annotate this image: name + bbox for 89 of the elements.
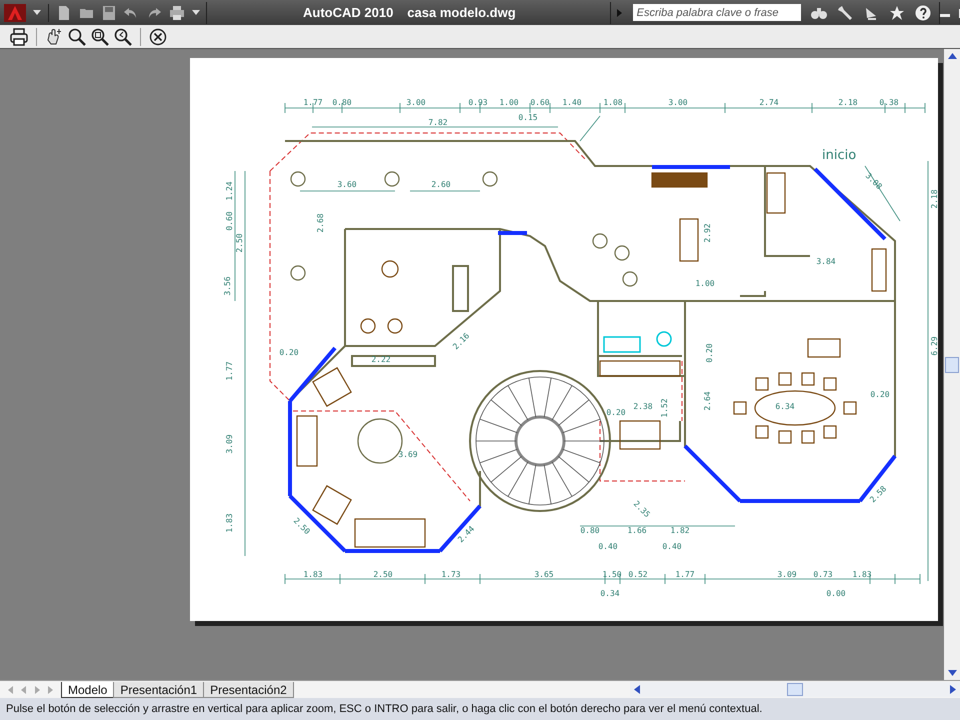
dimension-label: 1.00 [499,98,519,107]
dimension-label: 2.38 [633,402,653,411]
dimension-label: 3.60 [337,180,357,189]
redo-icon[interactable] [146,6,162,20]
dimension-label: 1.50 [602,570,622,579]
status-text: Pulse el botón de selección y arrastre en vertical para aplicar zoom, ESC o INTRO para salir, o haga clic con el botón derecho para ver el menú contextual. [6,703,762,715]
start-label: inicio [822,148,856,163]
dimension-label: 1.73 [441,570,461,579]
printer-icon[interactable] [169,4,185,20]
dimension-label: 1.66 [627,526,647,535]
dimension-label: 3.00 [406,98,426,107]
dimension-label: 0.20 [870,390,890,399]
dimension-label: 0.20 [705,343,714,363]
expand-arrow-icon[interactable] [616,8,623,16]
dimension-label: 1.52 [660,398,669,418]
dimension-label: 3.09 [777,570,797,579]
dimension-label: 0.40 [662,542,682,551]
dimension-label: 2.92 [703,223,712,243]
dimension-label: 0.00 [826,589,846,598]
horizontal-scrollbar[interactable] [630,682,960,697]
dimension-label: 0.80 [580,526,600,535]
dimension-label: 1.40 [562,98,582,107]
dimension-label: 3.00 [668,98,688,107]
undo-icon[interactable] [123,6,139,20]
save-icon[interactable] [102,4,116,20]
dimension-label: 0.93 [468,98,488,107]
zoom-icon[interactable] [68,28,86,46]
dimension-label: 6.34 [775,402,795,411]
dimension-label: 3.56 [223,276,232,296]
scroll-thumb[interactable] [945,356,959,372]
scroll-up-icon[interactable] [948,53,956,59]
dimension-label: 2.50 [235,233,244,253]
star-icon[interactable] [888,4,905,20]
dimension-label: 0.38 [879,98,899,107]
dimension-label: 1.83 [225,513,234,533]
dimension-label: 3.65 [534,570,554,579]
dimension-label: 0.60 [225,211,234,231]
dimension-label: 2.60 [431,180,451,189]
dimension-label: 2.18 [930,189,938,209]
binoculars-icon[interactable] [810,6,827,20]
dimension-label: 3.69 [398,450,418,459]
scroll-thumb[interactable] [787,683,803,696]
close-circle-icon[interactable] [149,28,167,46]
dimension-label: 1.77 [225,361,234,381]
dimension-label: 1.83 [852,570,872,579]
caret-icon[interactable] [192,10,200,16]
dimension-label: 1.83 [303,570,323,579]
layout-tab[interactable]: Presentación2 [203,682,294,698]
dimension-label: 0.73 [813,570,833,579]
dimension-label: 3.09 [225,434,234,454]
dimension-label: 1.00 [695,279,715,288]
dimension-label: 0.40 [598,542,618,551]
dimension-label: 2.74 [759,98,779,107]
zoom-window-icon[interactable] [91,28,109,46]
scroll-left-icon[interactable] [634,685,640,694]
dimension-label: 0.34 [600,589,620,598]
scroll-down-icon[interactable] [948,670,956,676]
dimension-label: 1.77 [675,570,695,579]
dimension-label: 7.82 [428,118,448,127]
search-field[interactable]: Escriba palabra clave o frase [632,4,801,21]
caret-icon[interactable] [33,10,41,16]
dimension-label: 3.84 [816,257,836,266]
scroll-right-icon[interactable] [950,685,956,694]
new-file-icon[interactable] [56,4,72,20]
layout-tab[interactable]: Presentación1 [113,682,204,698]
dimension-label: 1.08 [603,98,623,107]
dimension-label: 0.52 [628,570,648,579]
dimension-label: 2.18 [838,98,858,107]
printer-icon[interactable] [10,28,28,46]
wrench-icon[interactable] [836,4,853,20]
dimension-label: 2.50 [373,570,393,579]
dimension-label: 1.82 [670,526,690,535]
window-title: AutoCAD 2010 casa modelo.dwg [303,5,516,20]
vertical-scrollbar[interactable] [944,49,960,680]
dimension-label: 0.80 [332,98,352,107]
dimension-label: 0.20 [606,408,626,417]
dimension-label: 0.20 [279,348,299,357]
help-icon[interactable] [914,4,931,20]
dimension-label: 2.64 [703,391,712,411]
dimension-label: 0.60 [530,98,550,107]
dimension-label: 1.24 [225,181,234,201]
layout-tab[interactable]: Modelo [61,682,114,698]
dimension-label: 6.29 [930,336,938,356]
dimension-label: 2.68 [316,213,325,233]
dimension-label: 0.15 [518,113,538,122]
dimension-label: 2.22 [371,355,391,364]
zoom-previous-icon[interactable] [114,28,132,46]
pan-hand-icon[interactable] [45,28,63,46]
dimension-label: 1.77 [303,98,323,107]
